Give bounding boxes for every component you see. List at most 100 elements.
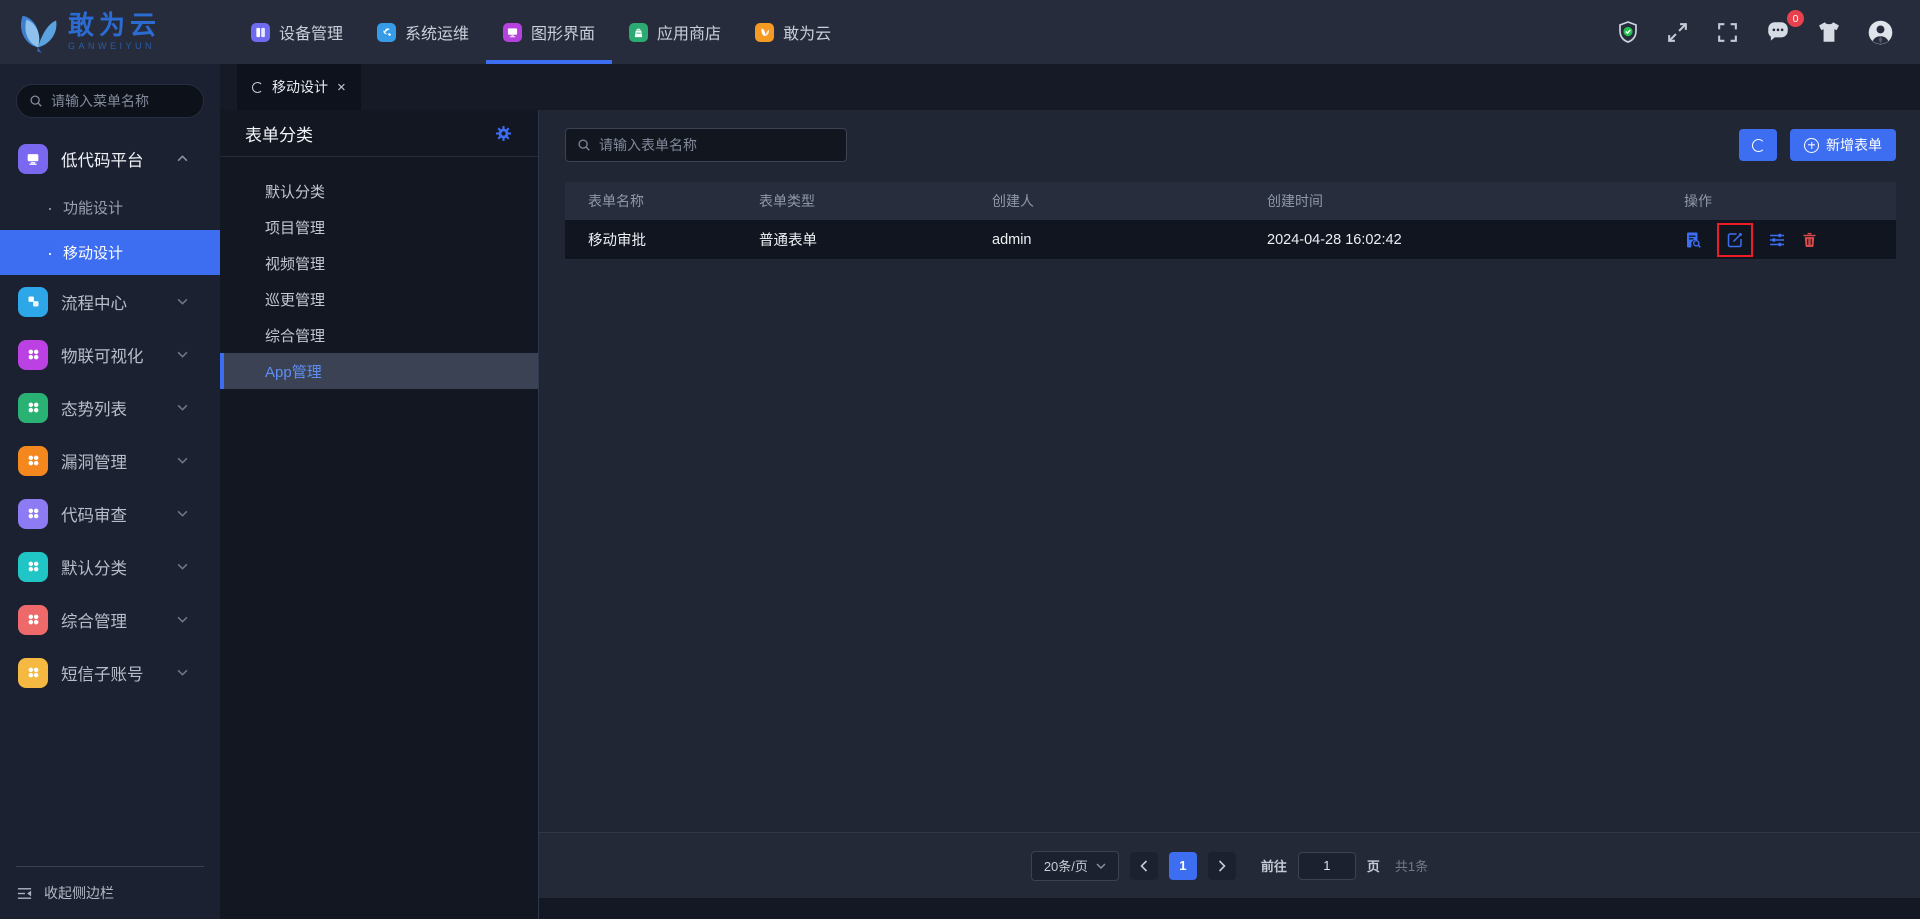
code-review-icon bbox=[18, 498, 48, 529]
sidebar: 低代码平台 · 功能设计 · 移动设计 流程中心 bbox=[0, 64, 220, 919]
category-item-project[interactable]: 项目管理 bbox=[220, 209, 538, 245]
sidebar-group-label: 流程中心 bbox=[61, 294, 127, 313]
chevron-down-icon bbox=[177, 616, 188, 623]
page-size-select[interactable]: 20条/页 bbox=[1030, 850, 1119, 881]
user-avatar[interactable] bbox=[1867, 19, 1894, 46]
logo-subtitle: GANWEIYUN bbox=[68, 41, 156, 52]
sidebar-group-label: 综合管理 bbox=[61, 612, 127, 631]
form-settings-sliders-icon[interactable] bbox=[1768, 231, 1786, 249]
category-settings-gear-icon[interactable] bbox=[495, 125, 512, 142]
sidebar-group-code-review[interactable]: 代码审查 bbox=[0, 487, 220, 540]
category-item-label: 视频管理 bbox=[265, 255, 326, 273]
bottom-strip bbox=[539, 898, 1920, 919]
tab-mobile-design[interactable]: 移动设计 × bbox=[237, 64, 361, 110]
edit-form-icon[interactable] bbox=[1726, 231, 1744, 249]
sidebar-group-situation-list[interactable]: 态势列表 bbox=[0, 381, 220, 434]
category-item-label: 默认分类 bbox=[265, 183, 326, 201]
flow-center-icon bbox=[18, 286, 48, 317]
category-item-patrol[interactable]: 巡更管理 bbox=[220, 281, 538, 317]
page-number-button[interactable]: 1 bbox=[1168, 851, 1197, 880]
graphic-ui-icon bbox=[503, 22, 523, 42]
sidebar-item-label: 功能设计 bbox=[63, 200, 124, 217]
top-navigation: 设备管理 系统运维 图形界面 应用商店 敢为云 bbox=[234, 0, 848, 64]
category-item-default[interactable]: 默认分类 bbox=[220, 173, 538, 209]
sidebar-group-lowcode[interactable]: 低代码平台 bbox=[0, 132, 220, 185]
preview-form-icon[interactable] bbox=[1684, 231, 1702, 249]
nav-item-label: 图形界面 bbox=[531, 26, 596, 43]
message-count-badge: 0 bbox=[1787, 10, 1804, 27]
sidebar-item-function-design[interactable]: · 功能设计 bbox=[0, 185, 220, 230]
sidebar-group-vulnerability[interactable]: 漏洞管理 bbox=[0, 434, 220, 487]
form-search-input[interactable] bbox=[599, 137, 835, 153]
sidebar-group-flow-center[interactable]: 流程中心 bbox=[0, 275, 220, 328]
collapse-sidebar-button[interactable]: 收起侧边栏 bbox=[0, 867, 220, 919]
vulnerability-icon bbox=[18, 445, 48, 476]
cell-form-type: 普通表单 bbox=[759, 233, 817, 249]
nav-item-label: 设备管理 bbox=[279, 26, 344, 43]
nav-item-ganweiyun[interactable]: 敢为云 bbox=[738, 0, 848, 64]
category-panel-title: 表单分类 bbox=[245, 125, 313, 145]
category-item-app[interactable]: App管理 bbox=[220, 353, 538, 389]
sidebar-group-label: 漏洞管理 bbox=[61, 453, 127, 472]
sidebar-group-sms-subaccount[interactable]: 短信子账号 bbox=[0, 646, 220, 699]
tab-refresh-icon[interactable] bbox=[252, 81, 263, 93]
butterfly-logo-icon bbox=[20, 15, 57, 54]
sidebar-group-label: 低代码平台 bbox=[61, 151, 144, 170]
nav-item-label: 系统运维 bbox=[405, 26, 470, 43]
sidebar-menu: 低代码平台 · 功能设计 · 移动设计 流程中心 物联可视化 态势列表 漏洞管理… bbox=[0, 132, 220, 866]
category-item-general[interactable]: 综合管理 bbox=[220, 317, 538, 353]
menu-search-input[interactable] bbox=[51, 93, 191, 109]
next-page-button[interactable] bbox=[1207, 851, 1236, 880]
row-operations bbox=[1661, 222, 1896, 257]
sidebar-group-default-category[interactable]: 默认分类 bbox=[0, 540, 220, 593]
table-header-row: 表单名称 表单类型 创建人 创建时间 操作 bbox=[565, 182, 1896, 220]
logo-title: 敢为云 bbox=[68, 10, 162, 41]
delete-form-icon[interactable] bbox=[1801, 231, 1818, 248]
system-ops-icon bbox=[377, 22, 397, 42]
nav-item-app-store[interactable]: 应用商店 bbox=[612, 0, 738, 64]
app-store-icon bbox=[629, 22, 649, 42]
messages-icon[interactable]: 0 bbox=[1765, 10, 1804, 45]
total-count-label: 共1条 bbox=[1394, 859, 1429, 874]
goto-page-input[interactable] bbox=[1297, 851, 1356, 880]
sidebar-group-label: 默认分类 bbox=[61, 559, 127, 578]
search-icon bbox=[30, 95, 42, 107]
sidebar-group-iot-visualization[interactable]: 物联可视化 bbox=[0, 328, 220, 381]
sidebar-item-mobile-design[interactable]: · 移动设计 bbox=[0, 230, 220, 275]
nav-item-graphic-ui[interactable]: 图形界面 bbox=[486, 0, 613, 64]
app-logo: 敢为云 GANWEIYUN bbox=[0, 0, 220, 64]
fullscreen-icon[interactable] bbox=[1665, 20, 1690, 45]
chevron-down-icon bbox=[177, 298, 188, 305]
tab-close-icon[interactable]: × bbox=[337, 80, 346, 95]
screenshot-frame-icon[interactable] bbox=[1715, 20, 1740, 45]
tab-label: 移动设计 bbox=[272, 79, 328, 95]
theme-shirt-icon[interactable] bbox=[1816, 19, 1842, 45]
refresh-icon bbox=[1751, 138, 1765, 152]
chevron-left-icon bbox=[1140, 859, 1147, 872]
prev-page-button[interactable] bbox=[1129, 851, 1158, 880]
sidebar-group-label: 短信子账号 bbox=[61, 665, 144, 684]
category-item-video[interactable]: 视频管理 bbox=[220, 245, 538, 281]
chevron-down-icon bbox=[177, 510, 188, 517]
device-management-icon bbox=[251, 22, 270, 42]
sidebar-item-label: 移动设计 bbox=[63, 245, 124, 262]
chevron-up-icon bbox=[177, 155, 188, 162]
tab-bar: 移动设计 × bbox=[220, 64, 1920, 110]
sidebar-group-general-management[interactable]: 综合管理 bbox=[0, 593, 220, 646]
column-header-operations: 操作 bbox=[1684, 193, 1712, 209]
security-shield-icon[interactable] bbox=[1616, 20, 1640, 44]
form-search-box bbox=[565, 128, 847, 162]
nav-item-label: 敢为云 bbox=[783, 26, 832, 43]
nav-item-system-ops[interactable]: 系统运维 bbox=[360, 0, 486, 64]
add-form-button[interactable]: 新增表单 bbox=[1790, 129, 1896, 161]
nav-item-device-management[interactable]: 设备管理 bbox=[234, 0, 360, 64]
main-content: 新增表单 表单名称 表单类型 创建人 创建时间 操作 移动审批 普通表单 bbox=[539, 110, 1920, 919]
topbar-actions: 0 bbox=[1616, 0, 1920, 64]
topbar: 敢为云 GANWEIYUN 设备管理 系统运维 图形界面 应用商店 敢为云 0 bbox=[0, 0, 1920, 64]
ganweiyun-icon bbox=[755, 22, 775, 42]
refresh-button[interactable] bbox=[1739, 129, 1777, 161]
annotation-highlight-box bbox=[1717, 222, 1753, 257]
cell-created-at: 2024-04-28 16:02:42 bbox=[1267, 231, 1402, 248]
bullet-dot: · bbox=[47, 197, 53, 218]
category-item-label: 项目管理 bbox=[265, 219, 326, 237]
